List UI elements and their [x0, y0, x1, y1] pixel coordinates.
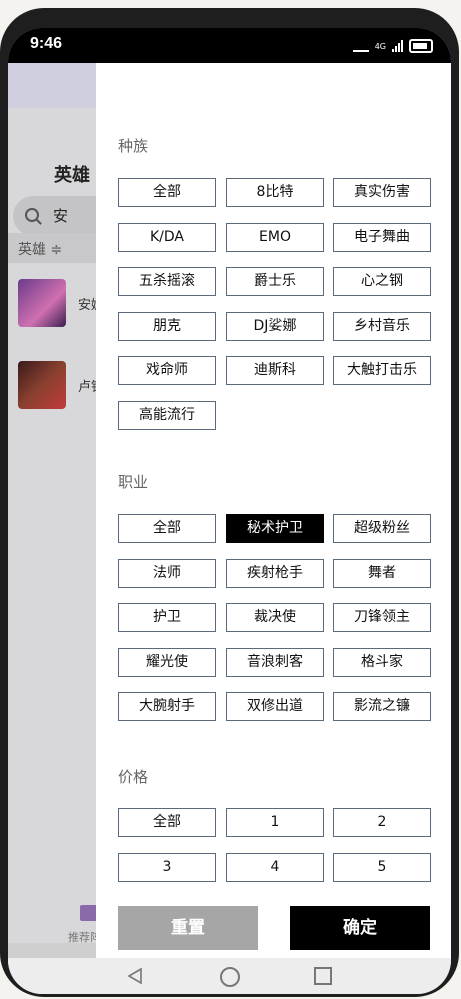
filter-option-chip[interactable]: 迪斯科: [226, 356, 324, 385]
battery-icon: [409, 39, 433, 53]
filter-option-chip[interactable]: 舞者: [333, 559, 431, 588]
hero-avatar[interactable]: [18, 361, 66, 409]
filter-option-chip[interactable]: 影流之镰: [333, 692, 431, 721]
filter-option-chip[interactable]: 4: [226, 853, 324, 882]
filter-option-chip[interactable]: 疾射枪手: [226, 559, 324, 588]
filter-option-chip[interactable]: 裁决使: [226, 603, 324, 632]
hero-avatar[interactable]: [18, 279, 66, 327]
filter-option-chip[interactable]: 全部: [118, 514, 216, 543]
filter-option-chip[interactable]: 全部: [118, 808, 216, 837]
phone-frame: 9:46 4G 英雄 安 英雄 ≑ 安妮 卢锡 推荐阵 种族 全部 8比特 真实…: [0, 8, 459, 997]
filter-option-chip[interactable]: 1: [226, 808, 324, 837]
filter-option-chip[interactable]: K/DA: [118, 223, 216, 252]
filter-option-chip[interactable]: 大触打击乐: [333, 356, 431, 385]
filter-option-chip[interactable]: 刀锋领主: [333, 603, 431, 632]
filter-option-chip[interactable]: DJ娑娜: [226, 312, 324, 341]
link-icon: [352, 40, 369, 52]
system-nav-bar: [8, 958, 451, 994]
filter-option-chip[interactable]: 秘术护卫: [226, 514, 324, 543]
filter-option-chip[interactable]: 乡村音乐: [333, 312, 431, 341]
filter-option-chip[interactable]: 心之钢: [333, 267, 431, 296]
filter-option-chip[interactable]: 朋克: [118, 312, 216, 341]
filter-drawer: 种族 全部 8比特 真实伤害 K/DA EMO 电子舞曲五杀摇滚 爵士乐 心之钢朋克 DJ娑娜乡…: [96, 63, 451, 958]
filter-option-chip[interactable]: 3: [118, 853, 216, 882]
bg-page-title: 英雄: [54, 165, 90, 186]
filter-option-chip[interactable]: 爵士乐: [226, 267, 324, 296]
phone-bezel: 9:46 4G 英雄 安 英雄 ≑ 安妮 卢锡 推荐阵 种族 全部 8比特 真实…: [0, 0, 461, 999]
section-title-race: 种族: [118, 137, 149, 155]
filter-option-chip[interactable]: 2: [333, 808, 431, 837]
screen: 9:46 4G 英雄 安 英雄 ≑ 安妮 卢锡 推荐阵 种族 全部 8比特 真实…: [8, 28, 451, 994]
confirm-button[interactable]: 确定: [290, 906, 430, 950]
bg-sort-label: 英雄 ≑: [18, 242, 63, 258]
filter-option-chip[interactable]: 格斗家: [333, 648, 431, 677]
filter-option-chip[interactable]: 耀光使: [118, 648, 216, 677]
bg-search-value: 安: [53, 207, 69, 225]
filter-option-chip[interactable]: 真实伤害: [333, 178, 431, 207]
signal-icon: [392, 40, 403, 52]
section-title-class: 职业: [118, 473, 149, 491]
home-circle-icon[interactable]: [220, 967, 240, 987]
filter-option-chip[interactable]: 高能流行: [118, 401, 216, 430]
filter-option-chip[interactable]: 8比特: [226, 178, 324, 207]
back-triangle-icon[interactable]: [126, 967, 144, 985]
filter-option-chip[interactable]: 全部: [118, 178, 216, 207]
filter-option-chip[interactable]: 法师: [118, 559, 216, 588]
filter-option-chip[interactable]: 戏命师: [118, 356, 216, 385]
filter-option-chip[interactable]: EMO: [226, 223, 324, 252]
status-bar: 9:46 4G: [8, 28, 451, 63]
filter-option-chip[interactable]: 超级粉丝: [333, 514, 431, 543]
search-icon: [25, 208, 39, 222]
reset-button[interactable]: 重置: [118, 906, 258, 950]
filter-option-chip[interactable]: 5: [333, 853, 431, 882]
filter-option-chip[interactable]: 音浪刺客: [226, 648, 324, 677]
recents-square-icon[interactable]: [314, 967, 332, 985]
filter-option-chip[interactable]: 电子舞曲: [333, 223, 431, 252]
filter-option-chip[interactable]: 五杀摇滚: [118, 267, 216, 296]
section-title-price: 价格: [118, 768, 149, 786]
filter-option-chip[interactable]: 双修出道: [226, 692, 324, 721]
status-time: 9:46: [30, 35, 63, 52]
filter-option-chip[interactable]: 大腕射手: [118, 692, 216, 721]
status-icons: 4G: [352, 37, 433, 55]
filter-option-chip[interactable]: 护卫: [118, 603, 216, 632]
network-label: 4G: [374, 41, 386, 51]
